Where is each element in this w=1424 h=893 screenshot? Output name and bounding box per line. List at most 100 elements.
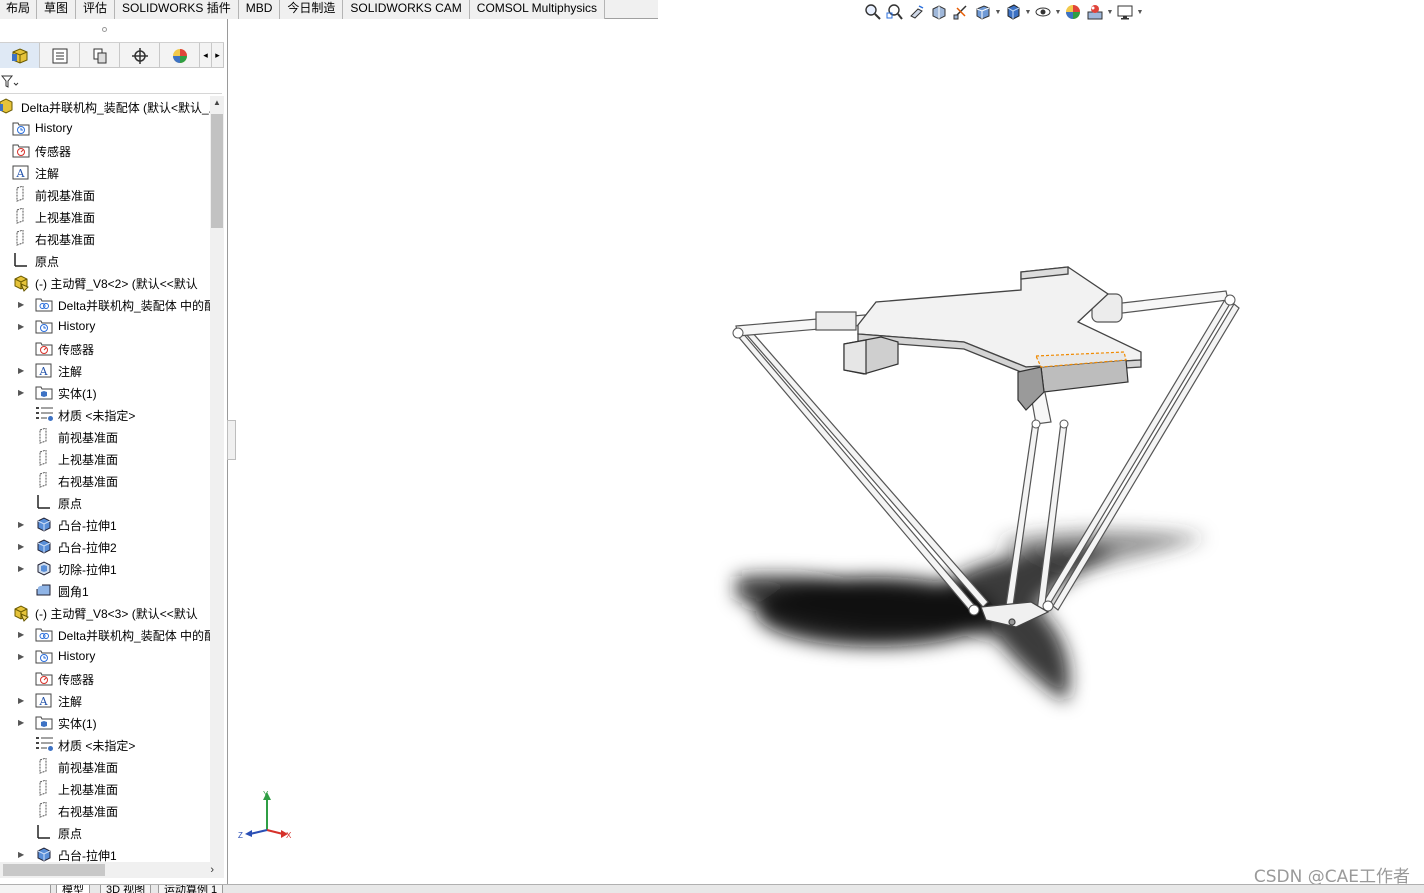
tree-item[interactable]: Delta并联机构_装配体 (默认<默认_显 bbox=[0, 96, 210, 118]
dimxpert-manager-tab[interactable] bbox=[120, 43, 160, 68]
expand-arrow-icon[interactable]: ▶ bbox=[18, 630, 27, 639]
tree-item[interactable]: 传感器 bbox=[0, 668, 210, 690]
tree-item[interactable]: 右视基准面 bbox=[0, 800, 210, 822]
tree-item[interactable]: 右视基准面 bbox=[0, 470, 210, 492]
expand-arrow-icon[interactable]: ▶ bbox=[18, 718, 27, 727]
display-manager-tab[interactable] bbox=[160, 43, 200, 68]
property-manager-tab[interactable] bbox=[40, 43, 80, 68]
command-tab[interactable]: SOLIDWORKS CAM bbox=[343, 0, 470, 19]
tree-item[interactable]: 右视基准面 bbox=[0, 228, 210, 250]
expand-arrow-icon[interactable]: ▶ bbox=[18, 564, 27, 573]
section-view-icon[interactable] bbox=[928, 2, 950, 22]
tree-item[interactable]: A 注解 bbox=[0, 162, 210, 184]
expand-arrow-icon[interactable]: ▶ bbox=[18, 322, 27, 331]
tree-item-label: (-) 主动臂_V8<3> (默认<<默认 bbox=[35, 607, 198, 621]
tab-3d-view[interactable]: 3D 视图 bbox=[100, 885, 152, 893]
command-tab[interactable]: MBD bbox=[238, 0, 281, 19]
command-tab[interactable]: COMSOL Multiphysics bbox=[469, 0, 606, 19]
chevron-down-icon[interactable]: ▼ bbox=[994, 9, 1002, 16]
expand-arrow-icon[interactable]: ▶ bbox=[18, 652, 27, 661]
tree-item[interactable]: ▶ Delta并联机构_装配体 中的配合 bbox=[0, 294, 210, 316]
scroll-thumb[interactable] bbox=[3, 864, 105, 876]
tree-item[interactable]: 原点 bbox=[0, 822, 210, 844]
tree-item[interactable]: ▶ History bbox=[0, 646, 210, 668]
tab-scroll-right-icon[interactable]: ▸ bbox=[212, 43, 224, 68]
scroll-up-icon[interactable]: ▲ bbox=[210, 96, 224, 110]
tree-item[interactable]: 前视基准面 bbox=[0, 184, 210, 206]
tab-motion-study[interactable]: 运动算例 1 bbox=[158, 885, 224, 893]
edit-appearance-icon[interactable] bbox=[1062, 2, 1084, 22]
tree-item[interactable]: ▶ 切除-拉伸1 bbox=[0, 558, 210, 580]
tree-item[interactable]: ▶ 凸台-拉伸1 bbox=[0, 844, 210, 862]
tab-scroll-left-icon[interactable]: ◂ bbox=[200, 43, 212, 68]
scroll-thumb[interactable] bbox=[211, 114, 223, 228]
tree-item[interactable]: History bbox=[0, 118, 210, 140]
panel-splitter-handle[interactable] bbox=[227, 420, 236, 460]
tree-item[interactable]: ▶ 凸台-拉伸2 bbox=[0, 536, 210, 558]
tree-item[interactable]: 原点 bbox=[0, 250, 210, 272]
display-style-icon[interactable] bbox=[1002, 2, 1024, 22]
chevron-down-icon[interactable]: ▼ bbox=[1136, 9, 1144, 16]
tree-vertical-scrollbar[interactable]: ▲ bbox=[210, 96, 224, 866]
hide-show-items-icon[interactable] bbox=[1032, 2, 1054, 22]
tree-item[interactable]: 圆角1 bbox=[0, 580, 210, 602]
command-tab[interactable]: 今日制造 bbox=[280, 0, 344, 19]
dynamic-annotation-icon[interactable] bbox=[950, 2, 972, 22]
configuration-manager-tab[interactable] bbox=[80, 43, 120, 68]
expand-arrow-icon[interactable]: ▶ bbox=[18, 300, 27, 309]
tab-scroll-nav[interactable] bbox=[0, 885, 51, 893]
tree-item[interactable]: ▶ History bbox=[0, 316, 210, 338]
delta-robot-model[interactable]: Y X Z bbox=[236, 22, 1424, 884]
tree-item[interactable]: 上视基准面 bbox=[0, 206, 210, 228]
tree-item-label: 上视基准面 bbox=[58, 453, 119, 467]
command-tab[interactable]: 布局 bbox=[0, 0, 38, 19]
scroll-right-icon[interactable]: › bbox=[210, 862, 214, 878]
expand-arrow-icon[interactable]: ▶ bbox=[18, 542, 27, 551]
zoom-to-area-icon[interactable] bbox=[884, 2, 906, 22]
tree-item[interactable]: ▶ 凸台-拉伸1 bbox=[0, 514, 210, 536]
filter-icon[interactable] bbox=[1, 75, 19, 89]
tree-item[interactable]: ▶ A 注解 bbox=[0, 360, 210, 382]
chevron-down-icon[interactable]: ▼ bbox=[1106, 9, 1114, 16]
expand-arrow-icon[interactable]: ▶ bbox=[18, 696, 27, 705]
tree-item-label: 前视基准面 bbox=[35, 189, 96, 203]
graphics-area[interactable]: Y X Z bbox=[236, 22, 1424, 884]
expand-arrow-icon[interactable]: ▶ bbox=[18, 388, 27, 397]
tree-item-label: 注解 bbox=[35, 167, 60, 181]
tree-item[interactable]: (-) 主动臂_V8<3> (默认<<默认 bbox=[0, 602, 210, 624]
command-tab[interactable]: SOLIDWORKS 插件 bbox=[115, 0, 239, 19]
command-tab[interactable]: 草图 bbox=[37, 0, 77, 19]
chevron-down-icon[interactable]: ▼ bbox=[1024, 9, 1032, 16]
tree-item[interactable]: ▶ Delta并联机构_装配体 中的配合 bbox=[0, 624, 210, 646]
tree-item[interactable]: 传感器 bbox=[0, 338, 210, 360]
tree-item[interactable]: 前视基准面 bbox=[0, 426, 210, 448]
expand-arrow-icon[interactable]: ▶ bbox=[18, 850, 27, 859]
manager-tabs: ◂ ▸ bbox=[0, 42, 224, 68]
tree-item[interactable]: 传感器 bbox=[0, 140, 210, 162]
tree-item[interactable]: (-) 主动臂_V8<2> (默认<<默认 bbox=[0, 272, 210, 294]
tree-item[interactable]: 材质 <未指定> bbox=[0, 734, 210, 756]
tree-item[interactable]: 上视基准面 bbox=[0, 448, 210, 470]
previous-view-icon[interactable] bbox=[906, 2, 928, 22]
expand-arrow-icon[interactable]: ▶ bbox=[18, 366, 27, 375]
tab-model[interactable]: 模型 bbox=[56, 885, 90, 893]
expand-arrow-icon[interactable]: ▶ bbox=[18, 520, 27, 529]
tree-item[interactable]: 材质 <未指定> bbox=[0, 404, 210, 426]
zoom-to-fit-icon[interactable] bbox=[862, 2, 884, 22]
tree-item[interactable]: 前视基准面 bbox=[0, 756, 210, 778]
tree-horizontal-scrollbar[interactable]: › bbox=[0, 862, 224, 878]
tree-item-label: 上视基准面 bbox=[58, 783, 119, 797]
apply-scene-icon[interactable] bbox=[1084, 2, 1106, 22]
tree-item[interactable]: ▶ 实体(1) bbox=[0, 712, 210, 734]
collapse-handle[interactable] bbox=[102, 27, 107, 32]
tree-item[interactable]: 上视基准面 bbox=[0, 778, 210, 800]
view-settings-icon[interactable] bbox=[1114, 2, 1136, 22]
tree-item[interactable]: 原点 bbox=[0, 492, 210, 514]
tree-item-label: 上视基准面 bbox=[35, 211, 96, 225]
chevron-down-icon[interactable]: ▼ bbox=[1054, 9, 1062, 16]
tree-item[interactable]: ▶ 实体(1) bbox=[0, 382, 210, 404]
feature-manager-tab[interactable] bbox=[0, 43, 40, 68]
command-tab[interactable]: 评估 bbox=[76, 0, 116, 19]
view-orientation-icon[interactable] bbox=[972, 2, 994, 22]
tree-item[interactable]: ▶ A 注解 bbox=[0, 690, 210, 712]
